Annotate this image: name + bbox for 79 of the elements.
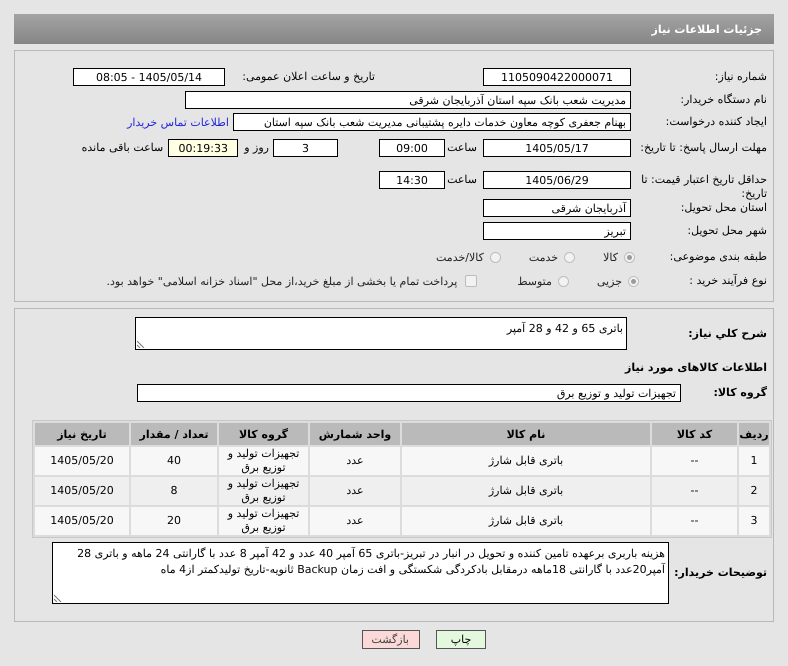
table-cell: تجهیزات تولید و توزیع برق xyxy=(219,477,308,505)
column-header: واحد شمارش xyxy=(310,423,400,445)
field-label: ساعت xyxy=(446,172,477,188)
province-field: آذربایجان شرقی xyxy=(483,199,631,217)
checkbox[interactable] xyxy=(465,275,478,287)
deadline-date-field: 1405/05/17 xyxy=(483,139,631,157)
deadline-time-field: 09:00 xyxy=(379,139,445,157)
field-label: شماره نیاز: xyxy=(714,70,767,84)
column-header: کد کالا xyxy=(652,423,737,445)
days-field: 3 xyxy=(273,139,338,157)
table-cell: عدد xyxy=(310,507,400,535)
table-cell: تجهیزات تولید و توزیع برق xyxy=(219,447,308,475)
radio-button[interactable] xyxy=(624,252,635,262)
radio-button[interactable] xyxy=(490,252,501,262)
radio-button[interactable] xyxy=(558,276,569,286)
table-cell: 1405/05/20 xyxy=(35,477,129,505)
field-label: توضیحات خریدار: xyxy=(673,566,767,580)
page-header: جزئیات اطلاعات نیاز xyxy=(14,14,774,44)
field-label: شهر محل تحویل: xyxy=(686,224,767,238)
option-label: خدمت xyxy=(528,250,558,264)
goods-group-field: تجهیزات تولید و توزیع برق xyxy=(137,384,681,402)
table-cell: 1405/05/20 xyxy=(35,507,129,535)
field-label: حداقل تاریخ اعتبار قیمت: تا تاریخ: xyxy=(640,173,767,201)
table-cell: باتری قابل شارژ xyxy=(402,447,650,475)
table-cell: 8 xyxy=(131,477,217,505)
table-cell: تجهیزات تولید و توزیع برق xyxy=(219,507,308,535)
table-cell: 1 xyxy=(739,447,769,475)
field-label: شرح کلي نياز: xyxy=(687,326,767,340)
table-cell: -- xyxy=(652,447,737,475)
column-header: نام کالا xyxy=(402,423,650,445)
city-field: تبریز xyxy=(483,222,631,240)
buyer-contact-link[interactable]: اطلاعات تماس خریدار xyxy=(127,116,229,128)
validity-time-field: 14:30 xyxy=(379,171,445,189)
column-header: گروه کالا xyxy=(219,423,308,445)
field-label: روز و xyxy=(244,140,269,156)
table-cell: 2 xyxy=(739,477,769,505)
field-label: گروه کالا: xyxy=(712,386,767,400)
buyer-notes-field: هزینه باربری برعهده تامین کننده و تحویل در انبار در تبریز-باتری 65 آمپر 40 عدد و 42 آمپر 8 عدد با گارانتی 24 ماهه و باتری 28 آمپر20عدد با گارانتی 18ماهه درمقابل بادکردگی شکستگی و افت زمان Backup ثانویه-تاریخ تولیدکمتر از4 ماه xyxy=(52,542,669,604)
table-cell: 3 xyxy=(739,507,769,535)
table-cell: 1405/05/20 xyxy=(35,447,129,475)
field-label: مهلت ارسال پاسخ: تا تاریخ: xyxy=(639,141,767,155)
need-number-field: 1105090422000071 xyxy=(483,68,631,86)
table-cell: -- xyxy=(652,507,737,535)
option-label: جزیی xyxy=(596,274,622,288)
field-label: ساعت باقی مانده xyxy=(82,140,164,156)
field-label: طبقه بندی موضوعی: xyxy=(668,250,767,264)
resize-grip-icon[interactable] xyxy=(137,340,145,348)
table-cell: عدد xyxy=(310,477,400,505)
resize-grip-icon[interactable] xyxy=(54,594,62,602)
buyer-org-field: مدیریت شعب بانک سپه استان آذربایجان شرقی xyxy=(185,91,631,109)
table-cell: 40 xyxy=(131,447,217,475)
table-cell: باتری قابل شارژ xyxy=(402,477,650,505)
field-label: استان محل تحویل: xyxy=(680,201,767,215)
field-label: نوع فرآیند خرید : xyxy=(688,274,767,288)
announce-date-field: 1405/05/14 - 08:05 xyxy=(73,68,225,86)
field-label: ساعت xyxy=(446,140,477,156)
field-label: تاریخ و ساعت اعلان عمومی: xyxy=(241,70,376,84)
column-header: تاریخ نیاز xyxy=(35,423,129,445)
option-label: کالا/خدمت xyxy=(436,250,484,264)
table-cell: باتری قابل شارژ xyxy=(402,507,650,535)
section-title: اطلاعات کالاهای مورد نیاز xyxy=(625,360,767,374)
table-cell: عدد xyxy=(310,447,400,475)
field-label: پرداخت تمام یا بخشی از مبلغ خرید،از محل "اسناد خزانه اسلامی" خواهد بود. xyxy=(106,274,458,288)
table-cell: 20 xyxy=(131,507,217,535)
back-button[interactable]: بازگشت xyxy=(362,630,420,649)
field-label: ایجاد کننده درخواست: xyxy=(664,115,767,129)
requester-field: بهنام جعفری کوچه معاون خدمات دایره پشتیبانی مدیریت شعب بانک سپه استان xyxy=(233,113,631,131)
field-label: نام دستگاه خریدار: xyxy=(679,93,767,107)
remaining-time-field: 00:19:33 xyxy=(168,139,238,157)
column-header: تعداد / مقدار xyxy=(131,423,217,445)
radio-button[interactable] xyxy=(628,276,639,286)
option-label: کالا xyxy=(603,250,618,264)
option-label: متوسط xyxy=(517,274,552,288)
column-header: ردیف xyxy=(739,423,769,445)
validity-date-field: 1405/06/29 xyxy=(483,171,631,189)
radio-button[interactable] xyxy=(564,252,576,262)
print-button[interactable]: چاپ xyxy=(436,630,486,649)
table-cell: -- xyxy=(652,477,737,505)
description-field: باتری 65 و 42 و 28 آمپر xyxy=(135,317,627,350)
